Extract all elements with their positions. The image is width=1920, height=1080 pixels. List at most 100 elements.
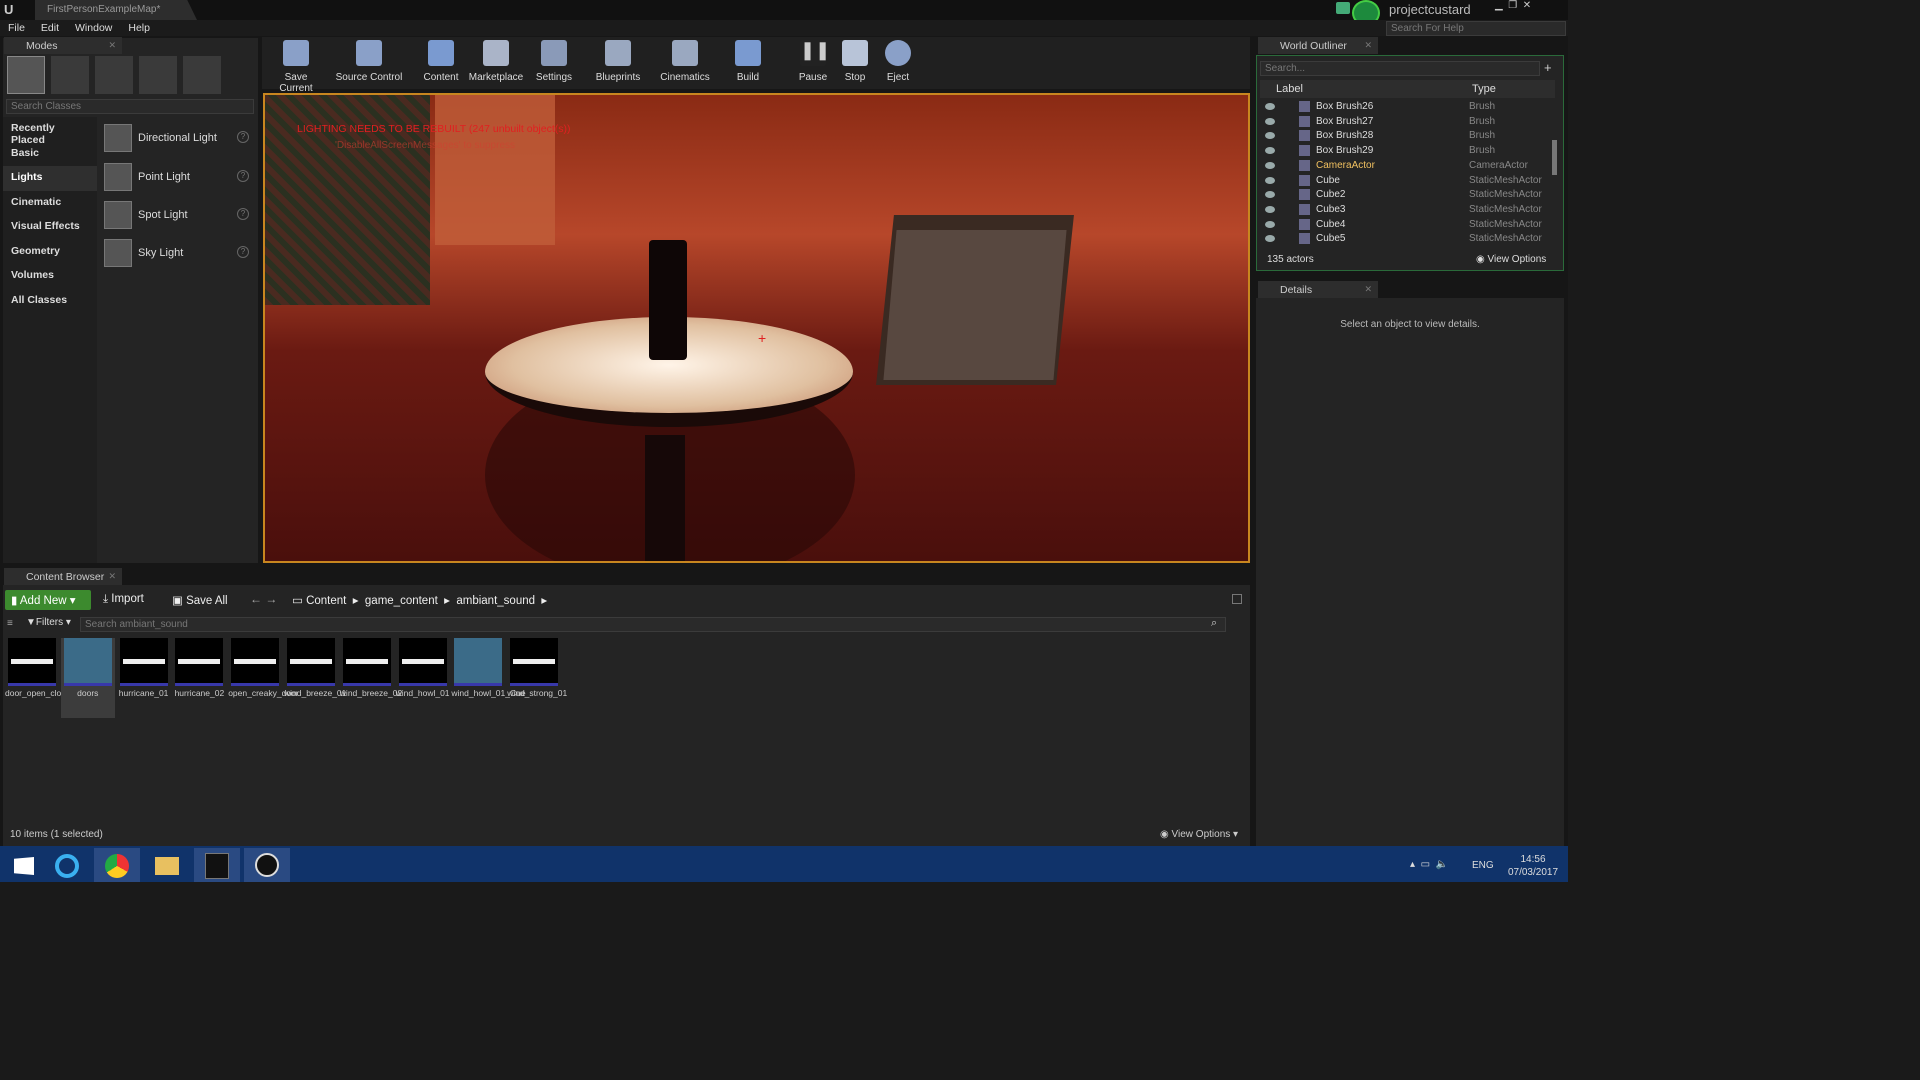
settings-button[interactable]: Settings — [530, 39, 578, 83]
import-button[interactable]: ⤓ Import — [103, 593, 144, 606]
restore-icon[interactable]: ❐ — [1508, 0, 1517, 11]
language-indicator[interactable]: ENG — [1472, 860, 1494, 871]
back-arrow-icon[interactable]: ← — [250, 592, 262, 606]
category-recently-placed[interactable]: Recently Placed — [3, 117, 97, 146]
chrome-icon[interactable] — [94, 848, 140, 882]
visibility-eye-icon[interactable] — [1265, 147, 1275, 155]
content-search-input[interactable]: Search ambiant_sound — [80, 617, 1226, 632]
filters-button[interactable]: ▼Filters ▾ — [26, 617, 71, 628]
marketplace-button[interactable]: Marketplace — [466, 39, 526, 83]
close-icon[interactable]: ✕ — [108, 40, 116, 51]
label-column-header[interactable]: Label — [1276, 83, 1303, 95]
outliner-row[interactable]: Box Brush29 Brush — [1261, 144, 1556, 159]
asset-tile[interactable]: door_open_close — [5, 638, 70, 718]
outliner-row[interactable]: Box Brush26 Brush — [1261, 100, 1556, 115]
content-view-options[interactable]: ◉ View Options ▾ — [1160, 829, 1238, 840]
menu-file[interactable]: File — [0, 20, 33, 36]
asset-tile[interactable]: open_creaky_door — [228, 638, 299, 718]
pause-button[interactable]: ❚❚ Pause — [796, 39, 830, 83]
cinematics-button[interactable]: Cinematics — [658, 39, 712, 83]
chat-icon[interactable] — [1336, 2, 1350, 14]
foliage-mode-icon[interactable] — [139, 56, 177, 94]
geometry-mode-icon[interactable] — [183, 56, 221, 94]
outliner-row[interactable]: Cube3 StaticMeshActor — [1261, 203, 1556, 218]
outliner-row[interactable]: Cube5 StaticMeshActor — [1261, 232, 1556, 247]
asset-tile[interactable]: wind_breeze_02 — [340, 638, 402, 718]
asset-tile[interactable]: wind_breeze_01 — [284, 638, 346, 718]
category-volumes[interactable]: Volumes — [3, 264, 97, 289]
outliner-row[interactable]: Cube2 StaticMeshActor — [1261, 188, 1556, 203]
unreal-editor-taskbar-icon[interactable] — [244, 848, 290, 882]
placeable-sky-light[interactable]: Sky Light? — [103, 237, 253, 269]
asset-tile[interactable]: wind_howl_01 — [396, 638, 450, 718]
help-search-input[interactable]: Search For Help — [1386, 21, 1566, 36]
help-icon[interactable]: ? — [237, 246, 249, 258]
help-icon[interactable]: ? — [237, 208, 249, 220]
outliner-search-input[interactable]: Search... — [1260, 61, 1540, 76]
close-icon[interactable]: ✕ — [108, 571, 116, 582]
level-tab[interactable]: FirstPersonExampleMap* — [35, 0, 197, 20]
internet-explorer-icon[interactable] — [44, 848, 90, 882]
asset-tile[interactable]: doors — [60, 638, 115, 718]
asset-tile[interactable]: wind_howl_01_Cue — [451, 638, 526, 718]
placeable-spot-light[interactable]: Spot Light? — [103, 199, 253, 231]
build-button[interactable]: Build — [730, 39, 766, 83]
asset-tile[interactable]: hurricane_01 — [117, 638, 171, 718]
clock[interactable]: 14:56 07/03/2017 — [1505, 853, 1561, 879]
outliner-scrollbar[interactable] — [1552, 140, 1557, 175]
type-column-header[interactable]: Type — [1472, 83, 1496, 95]
blueprints-button[interactable]: Blueprints — [592, 39, 644, 83]
content-browser-tab[interactable]: Content Browser ✕ — [4, 568, 122, 585]
outliner-row[interactable]: Box Brush28 Brush — [1261, 129, 1556, 144]
visibility-eye-icon[interactable] — [1265, 176, 1275, 184]
outliner-row[interactable]: Box Brush27 Brush — [1261, 115, 1556, 130]
visibility-eye-icon[interactable] — [1265, 132, 1275, 140]
menu-window[interactable]: Window — [67, 20, 120, 36]
modes-tab[interactable]: Modes ✕ — [4, 37, 122, 54]
help-icon[interactable]: ? — [237, 131, 249, 143]
category-lights[interactable]: Lights — [3, 166, 97, 191]
help-icon[interactable]: ? — [237, 170, 249, 182]
visibility-eye-icon[interactable] — [1265, 117, 1275, 125]
save-all-button[interactable]: ▣ Save All — [172, 593, 228, 607]
file-explorer-icon[interactable] — [144, 848, 190, 882]
placeable-point-light[interactable]: Point Light? — [103, 161, 253, 193]
menu-help[interactable]: Help — [120, 20, 158, 36]
source-control-button[interactable]: Source Control — [334, 39, 404, 83]
category-cinematic[interactable]: Cinematic — [3, 191, 97, 216]
outliner-row[interactable]: Cube4 StaticMeshActor — [1261, 218, 1556, 233]
category-visual-effects[interactable]: Visual Effects — [3, 215, 97, 240]
breadcrumb-ambiant-sound[interactable]: ambiant_sound — [456, 595, 535, 607]
visibility-eye-icon[interactable] — [1265, 235, 1275, 243]
breadcrumb-content[interactable]: Content — [306, 595, 346, 607]
save-current-button[interactable]: Save Current — [267, 39, 325, 94]
level-viewport[interactable]: LIGHTING NEEDS TO BE REBUILT (247 unbuil… — [263, 93, 1250, 563]
epic-games-launcher-icon[interactable] — [194, 848, 240, 882]
place-mode-icon[interactable] — [7, 56, 45, 94]
visibility-eye-icon[interactable] — [1265, 191, 1275, 199]
windows-start-icon[interactable] — [2, 848, 48, 882]
visibility-eye-icon[interactable] — [1265, 220, 1275, 228]
content-button[interactable]: Content — [416, 39, 466, 83]
category-all-classes[interactable]: All Classes — [3, 289, 97, 314]
close-icon[interactable]: ✕ — [1523, 0, 1531, 11]
visibility-eye-icon[interactable] — [1265, 205, 1275, 213]
sources-toggle-icon[interactable]: ≡ — [7, 618, 17, 629]
landscape-mode-icon[interactable] — [95, 56, 133, 94]
placeable-directional-light[interactable]: Directional Light? — [103, 122, 253, 154]
window-controls[interactable]: ▁ ❐ ✕ — [1495, 0, 1565, 12]
outliner-row[interactable]: CameraActor CameraActor — [1261, 159, 1556, 174]
paint-mode-icon[interactable] — [51, 56, 89, 94]
add-filter-icon[interactable]: + — [1544, 60, 1552, 75]
visibility-eye-icon[interactable] — [1265, 161, 1275, 169]
menu-edit[interactable]: Edit — [33, 20, 67, 36]
search-classes-input[interactable]: Search Classes — [6, 99, 254, 114]
minimize-icon[interactable]: ▁ — [1495, 0, 1503, 11]
visibility-eye-icon[interactable] — [1265, 103, 1275, 110]
asset-tile[interactable]: hurricane_02 — [172, 638, 226, 718]
category-geometry[interactable]: Geometry — [3, 240, 97, 265]
close-icon[interactable]: ✕ — [1364, 284, 1372, 295]
details-tab[interactable]: Details ✕ — [1258, 281, 1378, 298]
stop-button[interactable]: Stop — [838, 39, 872, 83]
forward-arrow-icon[interactable]: → — [265, 592, 277, 606]
